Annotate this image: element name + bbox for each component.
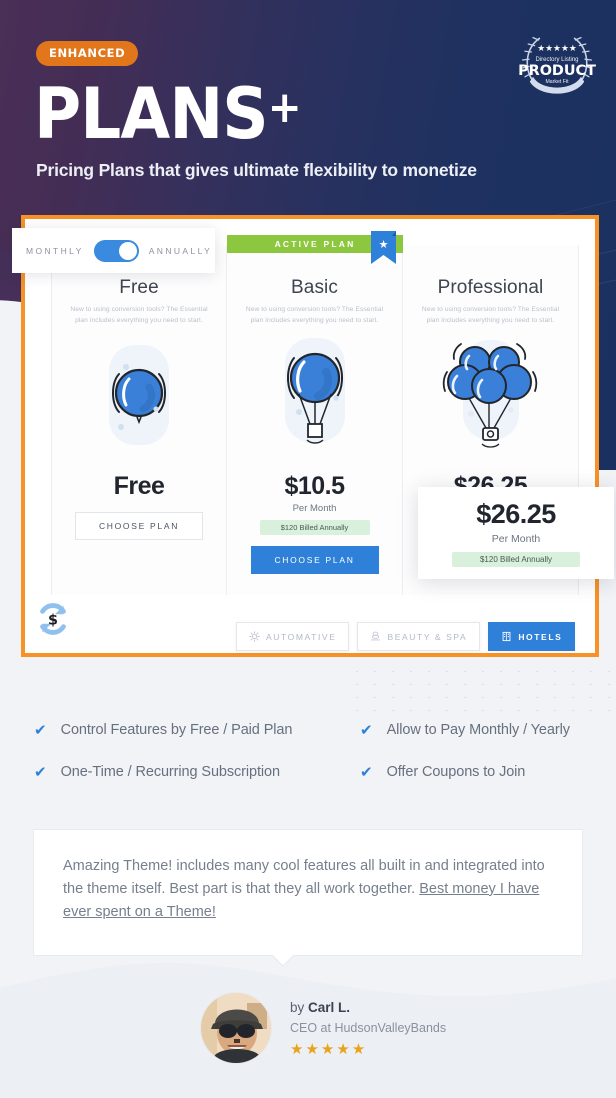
feature-label: Offer Coupons to Join (386, 764, 526, 780)
tab-label: AUTOMATIVE (266, 631, 337, 642)
feature-label: Control Features by Free / Paid Plan (60, 722, 293, 738)
plan-illustration-professional (403, 333, 578, 458)
hero-subtitle: Pricing Plans that gives ultimate flexib… (36, 160, 477, 180)
plan-name: Basic (291, 277, 338, 298)
feature-item: ✔ Allow to Pay Monthly / Yearly (360, 722, 594, 738)
plan-name: Professional (437, 277, 544, 298)
page-title: PLANS+ (34, 73, 302, 149)
plan-illustration-free (52, 333, 226, 458)
award-bottom-text: Market Fit (545, 79, 569, 85)
recurring-payment-icon: $ (40, 603, 66, 635)
decorative-dot-grid (348, 665, 616, 717)
svg-text:★: ★ (379, 238, 389, 251)
plan-illustration-basic (227, 333, 402, 458)
spa-icon (371, 631, 381, 641)
plan-description: New to using conversion tools? The Essen… (421, 306, 560, 324)
feature-item: ✔ Offer Coupons to Join (360, 764, 594, 780)
author-byline: by Carl L. (290, 1000, 446, 1015)
author-role: CEO at HudsonValleyBands (290, 1021, 447, 1035)
testimonial-card: Amazing Theme! includes many cool featur… (33, 829, 583, 956)
award-badge: ★★★★★ Directory Listing PRODUCT Market F… (518, 36, 596, 94)
popup-price: $26.25 (476, 499, 556, 529)
check-icon: ✔ (360, 721, 373, 739)
tab-automative[interactable]: AUTOMATIVE (236, 622, 350, 651)
award-main-text: PRODUCT (518, 63, 596, 79)
plan-description: New to using conversion tools? The Essen… (70, 306, 208, 324)
testimonial-author: by Carl L. CEO at HudsonValleyBands ★★★★… (200, 992, 446, 1064)
bookmark-star-icon: ★ (371, 231, 396, 264)
page-title-plus: + (267, 82, 302, 133)
gear-icon (249, 631, 260, 642)
plan-price: Free (113, 471, 165, 500)
balloon-cluster-icon (442, 340, 537, 448)
popup-billed-note: $120 Billed Annually (452, 552, 580, 567)
toggle-label-annually: ANNUALLY (148, 245, 213, 256)
plan-name: Free (119, 277, 159, 298)
choose-plan-button-basic[interactable]: CHOOSE PLAN (250, 545, 379, 574)
choose-plan-button-free[interactable]: CHOOSE PLAN (75, 511, 203, 540)
feature-item: ✔ Control Features by Free / Paid Plan (34, 722, 360, 738)
pricing-promo-page: ENHANCED PLANS+ Pricing Plans that gives… (0, 0, 616, 1098)
plan-card-free[interactable]: Free New to using conversion tools? The … (51, 245, 227, 595)
pricing-frame: Free New to using conversion tools? The … (21, 215, 599, 657)
avatar (200, 992, 272, 1064)
tab-beauty-spa[interactable]: BEAUTY & SPA (357, 622, 481, 651)
plan-billed-note: $120 Billed Annually (259, 519, 370, 535)
page-title-text: PLANS (34, 73, 269, 155)
feature-item: ✔ One-Time / Recurring Subscription (34, 764, 360, 780)
professional-price-popup: $26.25 Per Month $120 Billed Annually (418, 487, 614, 579)
feature-label: One-Time / Recurring Subscription (60, 764, 280, 780)
pricing-inner: Free New to using conversion tools? The … (25, 219, 595, 653)
plan-description: New to using conversion tools? The Essen… (245, 306, 384, 324)
tab-hotels[interactable]: HOTELS (488, 622, 576, 651)
category-tabs: AUTOMATIVE BEAUTY & SPA HOTELS (236, 622, 576, 651)
feature-list: ✔ Control Features by Free / Paid Plan ✔… (34, 722, 594, 780)
check-icon: ✔ (360, 763, 373, 781)
billing-toggle-panel[interactable]: MONTHLY ANNUALLY (12, 228, 215, 273)
avatar-photo (201, 993, 271, 1063)
tab-label: BEAUTY & SPA (387, 631, 468, 642)
author-meta: by Carl L. CEO at HudsonValleyBands ★★★★… (290, 992, 446, 1058)
author-prefix: by (290, 1000, 309, 1015)
enhanced-badge: ENHANCED (36, 41, 139, 66)
hotel-icon (502, 631, 511, 642)
svg-text:$: $ (48, 613, 58, 629)
plan-period: Per Month (292, 502, 337, 514)
award-stars: ★★★★★ (537, 44, 577, 54)
toggle-knob (118, 241, 137, 260)
feature-label: Allow to Pay Monthly / Yearly (386, 722, 570, 738)
testimonial-text: Amazing Theme! includes many cool featur… (34, 830, 582, 923)
billing-toggle-switch[interactable] (93, 239, 139, 262)
toggle-label-monthly: MONTHLY (26, 245, 84, 256)
single-balloon-icon (109, 345, 169, 446)
popup-period: Per Month (491, 533, 541, 545)
tab-label: HOTELS (518, 631, 563, 642)
check-icon: ✔ (34, 763, 47, 781)
check-icon: ✔ (34, 721, 47, 739)
plan-price: $10.5 (284, 471, 345, 500)
hot-air-balloon-icon (284, 338, 345, 444)
author-name: Carl L. (308, 1000, 351, 1015)
rating-stars: ★★★★★ (290, 1041, 368, 1058)
plan-card-basic[interactable]: ACTIVE PLAN ★ Basic New to using convers… (227, 231, 403, 595)
award-top-text: Directory Listing (535, 57, 578, 63)
testimonial-pointer (272, 955, 294, 967)
